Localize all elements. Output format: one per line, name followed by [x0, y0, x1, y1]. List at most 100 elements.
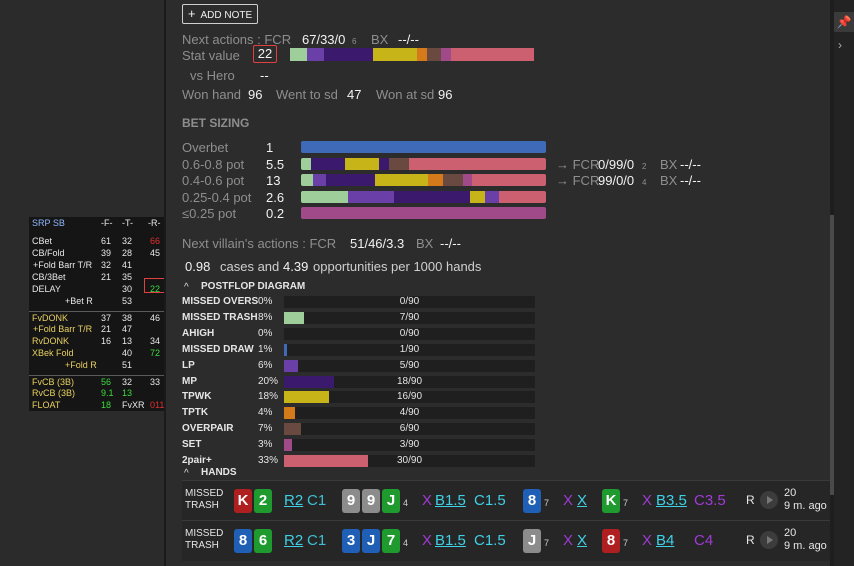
flop-bet[interactable]: B1.5: [435, 492, 466, 509]
hud-row[interactable]: DELAY 30 22: [29, 283, 164, 295]
hud-row-r[interactable]: 45: [150, 247, 160, 259]
hud-row[interactable]: FLOAT 18 FvXR 011: [29, 399, 164, 411]
turn-count: 7: [544, 538, 550, 548]
postflop-count: 0/90: [399, 296, 420, 307]
hud-header: SRP SB -F- -T- -R-: [29, 217, 164, 229]
hud-row-f[interactable]: 18: [101, 399, 111, 411]
postflop-track[interactable]: 7/90: [284, 311, 535, 324]
hud-row[interactable]: RvCB (3B) 9.1 13: [29, 387, 164, 399]
hud-row-f[interactable]: 39: [101, 247, 111, 259]
flop-bet[interactable]: B1.5: [435, 532, 466, 549]
add-note-button[interactable]: + ADD NOTE: [182, 4, 258, 24]
hand-row[interactable]: MISSED TRASH K 2 R2 C1 9 9 J 4 X B1.5 C1.5 8 7 X X K 7 X B3.…: [182, 480, 830, 521]
hud-row-t[interactable]: 30: [122, 283, 132, 295]
preflop-raise[interactable]: R2: [284, 532, 303, 549]
postflop-count: 3/90: [399, 439, 420, 451]
postflop-track[interactable]: 5/90: [284, 359, 535, 372]
hand-position: R: [746, 493, 755, 507]
stat-value-box: 22: [253, 45, 277, 63]
river-count: 7: [623, 498, 629, 508]
hud-row-t[interactable]: FvXR: [122, 399, 145, 411]
hand-category-line1: MISSED: [185, 488, 224, 499]
next-actions-count: 6: [352, 37, 357, 46]
hud-row-r[interactable]: 72: [150, 347, 160, 359]
play-icon[interactable]: [760, 531, 778, 549]
flop-card: 9: [362, 489, 380, 513]
collapse-hands-icon[interactable]: ^: [184, 468, 189, 479]
collapse-postflop-icon[interactable]: ^: [184, 282, 189, 293]
bet-bar-segment: [301, 141, 546, 153]
hud-row-t[interactable]: 32: [122, 235, 132, 247]
hud-row-f[interactable]: 16: [101, 335, 111, 347]
hud-row[interactable]: XBek Fold 40 72: [29, 347, 164, 359]
hud-row-t[interactable]: 13: [122, 387, 132, 399]
turn-check-underlined[interactable]: X: [577, 492, 587, 509]
bet-bar-segment: [499, 190, 546, 203]
hud-row[interactable]: RvDONK 16 13 34: [29, 335, 164, 347]
hud-row-r[interactable]: 22: [150, 283, 160, 295]
hand-row[interactable]: MISSED TRASH 8 6 R2 C1 3 J 7 4 X B1.5 C1.5 J 7 X X 8 7 X B4 C…: [182, 520, 830, 561]
postflop-track[interactable]: 16/90: [284, 391, 535, 404]
won-hand-label: Won hand: [182, 87, 242, 102]
postflop-label: AHIGH: [182, 327, 215, 339]
hud-row[interactable]: CB/3Bet 21 35: [29, 271, 164, 283]
postflop-track[interactable]: 0/90: [284, 296, 535, 308]
chevron-right-icon[interactable]: ›: [838, 38, 842, 52]
hud-row-f[interactable]: 21: [101, 323, 111, 335]
hud-row[interactable]: +Fold Barr T/R 32 41: [29, 259, 164, 271]
vs-hero-value: --: [260, 68, 269, 83]
bet-size-value: 13: [266, 173, 281, 188]
hud-row[interactable]: CB/Fold 39 28 45: [29, 247, 164, 259]
turn-check-underlined[interactable]: X: [577, 532, 587, 549]
postflop-track[interactable]: 4/90: [284, 407, 535, 420]
flop-call: C1.5: [474, 532, 506, 549]
postflop-track[interactable]: 6/90: [284, 423, 535, 436]
hud-row-t[interactable]: 28: [122, 247, 132, 259]
hud-row-t[interactable]: 53: [122, 295, 132, 307]
hud-row-f[interactable]: 9.1: [101, 387, 114, 399]
bet-bar-segment: [472, 174, 546, 186]
hud-row-label: +Fold Barr T/R: [33, 324, 93, 334]
bet-bar-segment: [325, 174, 375, 186]
flop-card: J: [382, 489, 400, 513]
river-bet[interactable]: B4: [656, 532, 674, 549]
preflop-raise[interactable]: R2: [284, 492, 303, 509]
hud-row[interactable]: +Fold R 51: [29, 359, 164, 371]
postflop-label: OVERPAIR: [182, 423, 234, 435]
hud-row-t[interactable]: 47: [122, 323, 132, 335]
postflop-track[interactable]: 30/90: [284, 455, 535, 467]
river-bet[interactable]: B3.5: [656, 492, 687, 509]
bet-bar-segment: [389, 157, 409, 170]
bet-bx-label: BX: [660, 173, 678, 188]
postflop-pct: 0%: [258, 327, 273, 339]
postflop-pct: 6%: [258, 359, 273, 371]
hud-row-f[interactable]: 61: [101, 235, 111, 247]
hud-row-t[interactable]: 41: [122, 259, 132, 271]
hud-row-f[interactable]: 32: [101, 259, 111, 271]
postflop-track[interactable]: 1/90: [284, 343, 535, 356]
hud-row-t[interactable]: 40: [122, 347, 132, 359]
hud-row[interactable]: +Bet R 53: [29, 295, 164, 307]
postflop-count: 18/90: [396, 375, 423, 387]
stat-bar-segment: [324, 48, 373, 61]
hud-row-t[interactable]: 51: [122, 359, 132, 371]
postflop-track[interactable]: 0/90: [284, 327, 535, 340]
postflop-track[interactable]: 3/90: [284, 439, 535, 452]
hud-row-t[interactable]: 13: [122, 335, 132, 347]
bet-bar-segment: [301, 207, 546, 219]
play-icon[interactable]: [760, 491, 778, 509]
hud-row-r[interactable]: 011: [150, 399, 164, 411]
flop-check: X: [422, 492, 433, 509]
postflop-pct: 8%: [258, 311, 273, 323]
pin-icon[interactable]: 📌: [834, 12, 854, 32]
bet-size-value: 1: [266, 140, 274, 155]
hud-row[interactable]: +Fold Barr T/R 21 47: [29, 323, 164, 335]
hud-row-f[interactable]: 21: [101, 271, 111, 283]
bet-bar-segment: [313, 174, 326, 186]
hole-card: 8: [234, 529, 252, 553]
hud-row-t[interactable]: 35: [122, 271, 132, 283]
hud-row-r[interactable]: 34: [150, 335, 160, 347]
postflop-track[interactable]: 18/90: [284, 375, 535, 388]
hud-row-r[interactable]: 66: [150, 235, 160, 247]
hud-row[interactable]: CBet 61 32 66: [29, 235, 164, 247]
